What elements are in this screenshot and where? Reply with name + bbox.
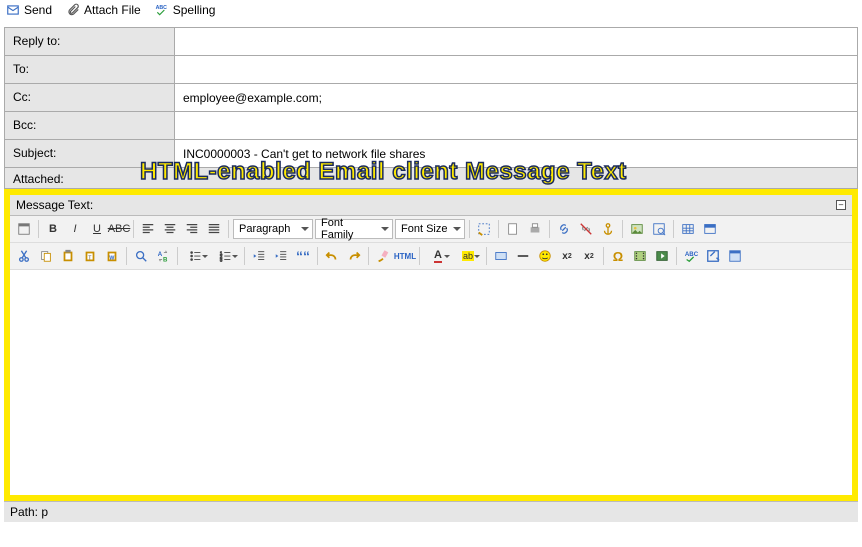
reply-to-label: Reply to: bbox=[5, 28, 175, 55]
align-center-button[interactable] bbox=[160, 219, 180, 239]
layer-button[interactable] bbox=[491, 246, 511, 266]
fullscreen-button[interactable] bbox=[703, 246, 723, 266]
select-all-button[interactable] bbox=[474, 219, 494, 239]
code-button[interactable] bbox=[700, 219, 720, 239]
svg-text:ABC: ABC bbox=[155, 5, 167, 11]
flash-button[interactable] bbox=[652, 246, 672, 266]
find-button[interactable] bbox=[131, 246, 151, 266]
send-label: Send bbox=[24, 3, 52, 17]
anchor-button[interactable] bbox=[598, 219, 618, 239]
collapse-button[interactable]: – bbox=[836, 200, 846, 210]
paste-button[interactable] bbox=[58, 246, 78, 266]
attach-file-button[interactable]: Attach File bbox=[66, 3, 141, 17]
attached-label: Attached: bbox=[4, 167, 858, 189]
subject-input[interactable] bbox=[175, 140, 857, 167]
cc-label: Cc: bbox=[5, 84, 175, 111]
send-button[interactable]: Send bbox=[6, 3, 52, 17]
reply-to-input[interactable] bbox=[175, 28, 857, 55]
cc-input[interactable] bbox=[175, 84, 857, 111]
image-button[interactable] bbox=[627, 219, 647, 239]
copy-button[interactable] bbox=[36, 246, 56, 266]
header-fields: Reply to: To: Cc: Bcc: Subject: Attached… bbox=[4, 27, 858, 189]
toggle-toolbar-button[interactable] bbox=[14, 219, 34, 239]
font-size-select[interactable]: Font Size bbox=[395, 219, 465, 239]
envelope-icon bbox=[6, 3, 20, 17]
html-source-button[interactable]: HTML bbox=[395, 246, 415, 266]
indent-button[interactable] bbox=[271, 246, 291, 266]
font-family-select[interactable]: Font Family bbox=[315, 219, 393, 239]
svg-text:B: B bbox=[163, 256, 168, 263]
editor-body[interactable] bbox=[10, 270, 852, 495]
outdent-button[interactable] bbox=[249, 246, 269, 266]
preview-button[interactable] bbox=[649, 219, 669, 239]
template-button[interactable] bbox=[725, 246, 745, 266]
numbered-list-button[interactable]: 123 bbox=[212, 246, 240, 266]
bcc-label: Bcc: bbox=[5, 112, 175, 139]
new-document-button[interactable] bbox=[503, 219, 523, 239]
table-button[interactable] bbox=[678, 219, 698, 239]
bold-button[interactable]: B bbox=[43, 219, 63, 239]
paste-text-button[interactable]: T bbox=[80, 246, 100, 266]
italic-button[interactable]: I bbox=[65, 219, 85, 239]
spelling-label: Spelling bbox=[173, 3, 216, 17]
rte-toolbar-2: T W AB 123 ““ HTML A ab x2 x2 Ω ABC bbox=[10, 243, 852, 270]
remove-format-button[interactable] bbox=[373, 246, 393, 266]
unlink-button[interactable] bbox=[576, 219, 596, 239]
special-char-button[interactable]: Ω bbox=[608, 246, 628, 266]
subscript-button[interactable]: x2 bbox=[557, 246, 577, 266]
print-button[interactable] bbox=[525, 219, 545, 239]
spellcheck-button[interactable]: ABC bbox=[681, 246, 701, 266]
attach-label: Attach File bbox=[84, 3, 141, 17]
svg-text:W: W bbox=[109, 256, 114, 262]
align-right-button[interactable] bbox=[182, 219, 202, 239]
text-color-button[interactable]: A bbox=[424, 246, 452, 266]
svg-text:ABC: ABC bbox=[685, 251, 698, 258]
svg-text:A: A bbox=[158, 251, 163, 258]
subject-label: Subject: bbox=[5, 140, 175, 167]
spellcheck-icon: ABC bbox=[155, 3, 169, 17]
paperclip-icon bbox=[66, 3, 80, 17]
blockquote-button[interactable]: ““ bbox=[293, 246, 313, 266]
svg-text:3: 3 bbox=[220, 257, 223, 262]
bcc-input[interactable] bbox=[175, 112, 857, 139]
bullet-list-button[interactable] bbox=[182, 246, 210, 266]
top-action-bar: Send Attach File ABC Spelling bbox=[0, 0, 862, 21]
replace-button[interactable]: AB bbox=[153, 246, 173, 266]
path-bar: Path: p bbox=[4, 501, 858, 522]
emoticon-button[interactable] bbox=[535, 246, 555, 266]
cut-button[interactable] bbox=[14, 246, 34, 266]
editor-frame: Message Text: – B I U ABC Paragraph Font… bbox=[4, 189, 858, 501]
rte-toolbar-1: B I U ABC Paragraph Font Family Font Siz… bbox=[10, 216, 852, 243]
redo-button[interactable] bbox=[344, 246, 364, 266]
undo-button[interactable] bbox=[322, 246, 342, 266]
message-text-label: Message Text: bbox=[16, 198, 93, 212]
link-button[interactable] bbox=[554, 219, 574, 239]
hr-button[interactable] bbox=[513, 246, 533, 266]
align-left-button[interactable] bbox=[138, 219, 158, 239]
underline-button[interactable]: U bbox=[87, 219, 107, 239]
to-label: To: bbox=[5, 56, 175, 83]
paragraph-select[interactable]: Paragraph bbox=[233, 219, 313, 239]
paste-word-button[interactable]: W bbox=[102, 246, 122, 266]
media-button[interactable] bbox=[630, 246, 650, 266]
highlight-color-button[interactable]: ab bbox=[454, 246, 482, 266]
strikethrough-button[interactable]: ABC bbox=[109, 219, 129, 239]
spelling-button[interactable]: ABC Spelling bbox=[155, 3, 216, 17]
align-justify-button[interactable] bbox=[204, 219, 224, 239]
to-input[interactable] bbox=[175, 56, 857, 83]
superscript-button[interactable]: x2 bbox=[579, 246, 599, 266]
